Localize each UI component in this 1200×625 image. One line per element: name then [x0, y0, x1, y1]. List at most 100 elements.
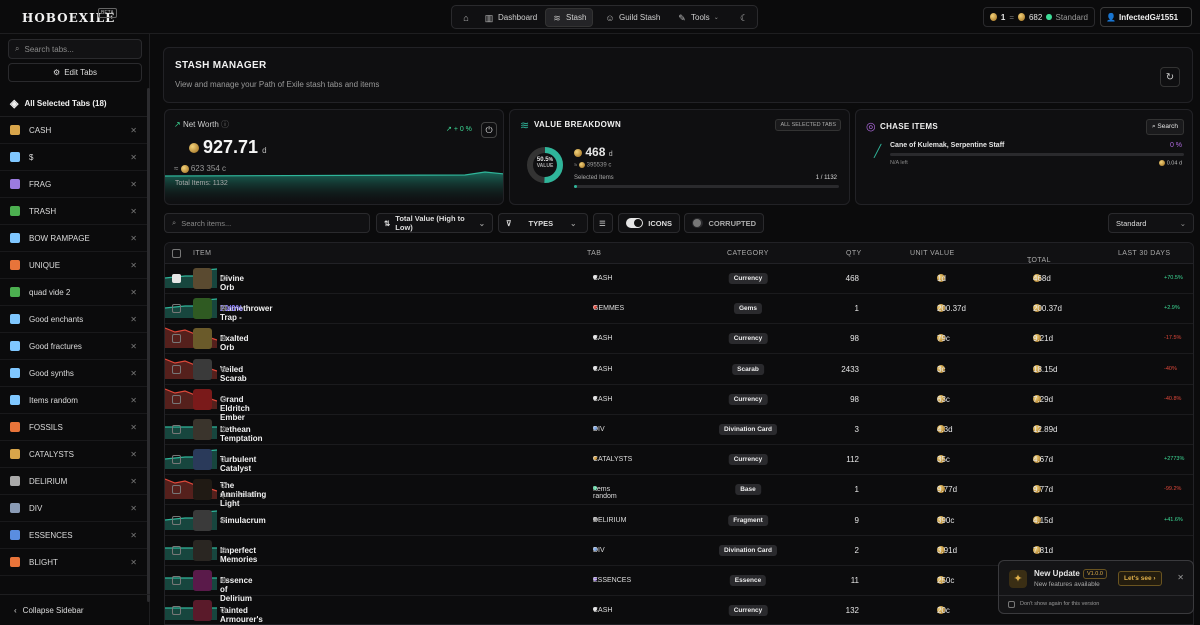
- close-icon[interactable]: ✕: [130, 504, 137, 513]
- col-last-30[interactable]: LAST 30 DAYS: [1118, 250, 1170, 257]
- league-select[interactable]: Standard ⌄: [1108, 213, 1194, 233]
- tab-search-input[interactable]: ⌕ Search tabs...: [8, 39, 142, 59]
- sidebar-tab-item[interactable]: Good fractures ✕: [0, 333, 147, 360]
- table-row[interactable]: Lethean Temptation ⚙ DIV Divination Card…: [165, 415, 1193, 445]
- close-icon[interactable]: ✕: [130, 423, 137, 432]
- close-icon[interactable]: ✕: [130, 369, 137, 378]
- table-row[interactable]: Divine Orb ⚙ CASH Currency 468 1d 468d +…: [165, 264, 1193, 294]
- gear-icon[interactable]: ⚙: [220, 455, 227, 464]
- table-row[interactable]: Flamethrower Trap - 20/0% ⚙ GEMMES Gems …: [165, 294, 1193, 325]
- gear-icon[interactable]: ⚙: [220, 425, 227, 434]
- gear-icon[interactable]: ⚙: [220, 304, 227, 313]
- col-tab[interactable]: TAB: [587, 250, 601, 257]
- collapse-sidebar-button[interactable]: ‹ Collapse Sidebar: [0, 594, 150, 625]
- close-icon[interactable]: ✕: [130, 315, 137, 324]
- close-icon[interactable]: ✕: [130, 261, 137, 270]
- row-checkbox[interactable]: [172, 425, 181, 434]
- gear-icon[interactable]: ⚙: [220, 395, 227, 404]
- sidebar-tab-item[interactable]: Items random ✕: [0, 387, 147, 414]
- sidebar-tab-item[interactable]: FOSSILS ✕: [0, 414, 147, 441]
- sidebar-scrollbar[interactable]: [147, 88, 150, 602]
- gear-icon[interactable]: ⚙: [220, 576, 227, 585]
- types-filter[interactable]: ⊽ TYPES ⌄: [498, 213, 588, 233]
- close-icon[interactable]: ✕: [130, 531, 137, 540]
- close-icon[interactable]: ✕: [130, 450, 137, 459]
- close-icon[interactable]: ✕: [130, 234, 137, 243]
- close-icon[interactable]: ✕: [130, 558, 137, 567]
- row-checkbox[interactable]: [172, 274, 181, 283]
- nav-dashboard[interactable]: ▥ Dashboard: [478, 8, 543, 27]
- gear-icon[interactable]: ⚙: [220, 481, 227, 490]
- row-checkbox[interactable]: [172, 364, 181, 374]
- corrupted-switch[interactable]: [692, 218, 704, 228]
- sidebar-tab-item[interactable]: CATALYSTS ✕: [0, 441, 147, 468]
- sidebar-tab-item[interactable]: Good synths ✕: [0, 360, 147, 387]
- sidebar-tab-item[interactable]: DIV ✕: [0, 495, 147, 522]
- close-icon[interactable]: ✕: [130, 126, 137, 135]
- table-row[interactable]: Grand Eldritch Ember ⚙ CASH Currency 98 …: [165, 385, 1193, 422]
- col-item[interactable]: ITEM: [193, 250, 211, 257]
- close-icon[interactable]: ✕: [130, 288, 137, 297]
- sidebar-tab-item[interactable]: DELIRIUM ✕: [0, 468, 147, 495]
- row-checkbox[interactable]: [172, 545, 181, 555]
- table-row[interactable]: Turbulent Catalyst ⚙ CATALYSTS Currency …: [165, 445, 1193, 476]
- chase-item-name[interactable]: Cane of Kulemak, Serpentine Staff: [890, 142, 1004, 149]
- sidebar-tab-item[interactable]: UNIQUE ✕: [0, 252, 147, 279]
- row-checkbox[interactable]: [172, 334, 181, 344]
- row-checkbox[interactable]: [172, 576, 181, 585]
- sidebar-tab-item[interactable]: quad vide 2 ✕: [0, 279, 147, 306]
- sidebar-tab-item[interactable]: CASH ✕: [0, 117, 147, 144]
- all-selected-tabs[interactable]: ◈ All Selected Tabs (18): [0, 90, 147, 117]
- nav-tools[interactable]: ✎ Tools ⌄: [671, 8, 725, 27]
- item-search-input[interactable]: ⌕ Search items...: [164, 213, 370, 233]
- close-icon[interactable]: ✕: [130, 153, 137, 162]
- net-worth-toggle-button[interactable]: ⏻: [481, 122, 497, 138]
- sidebar-tab-item[interactable]: FRAG ✕: [0, 171, 147, 198]
- row-checkbox[interactable]: [172, 394, 181, 404]
- refresh-button[interactable]: ↻: [1160, 67, 1180, 87]
- icons-toggle[interactable]: ICONS: [618, 213, 680, 233]
- nav-guild-stash[interactable]: ☺ Guild Stash: [599, 8, 666, 27]
- gear-icon[interactable]: ⚙: [220, 546, 227, 555]
- row-checkbox[interactable]: [172, 455, 181, 465]
- nav-stash[interactable]: ≋ Stash: [545, 8, 594, 27]
- toast-action-button[interactable]: Let's see ›: [1118, 571, 1162, 586]
- sidebar-tab-item[interactable]: Good enchants ✕: [0, 306, 147, 333]
- sort-select[interactable]: ⇅ Total Value (High to Low) ⌄: [376, 213, 493, 233]
- gear-icon[interactable]: ⚙: [220, 516, 227, 525]
- col-unit-value[interactable]: UNIT VALUE: [910, 250, 955, 257]
- sidebar-tab-item[interactable]: TRASH ✕: [0, 198, 147, 225]
- corrupted-toggle[interactable]: CORRUPTED: [684, 213, 764, 233]
- dont-show-checkbox[interactable]: [1008, 601, 1015, 608]
- list-view-button[interactable]: ☰: [593, 213, 613, 233]
- col-qty[interactable]: QTY: [846, 250, 862, 257]
- close-icon[interactable]: ✕: [130, 342, 137, 351]
- icons-switch[interactable]: [626, 218, 644, 228]
- gear-icon[interactable]: ⚙: [220, 365, 227, 374]
- sidebar-tab-item[interactable]: ESSENCES ✕: [0, 522, 147, 549]
- select-all-checkbox[interactable]: [172, 249, 181, 258]
- close-icon[interactable]: ✕: [130, 477, 137, 486]
- chase-search-button[interactable]: ⌕ Search: [1145, 119, 1184, 135]
- nav-home[interactable]: ⌂: [455, 8, 477, 27]
- close-icon[interactable]: ✕: [130, 396, 137, 405]
- sidebar-tab-item[interactable]: $ ✕: [0, 144, 147, 171]
- sidebar-tab-item[interactable]: BOW RAMPAGE ✕: [0, 225, 147, 252]
- row-checkbox[interactable]: [172, 304, 181, 314]
- close-icon[interactable]: ✕: [130, 207, 137, 216]
- gear-icon[interactable]: ⚙: [220, 606, 227, 615]
- edit-tabs-button[interactable]: ⚙ Edit Tabs: [8, 63, 142, 82]
- row-checkbox[interactable]: [172, 606, 181, 616]
- sidebar-tab-item[interactable]: BLIGHT ✕: [0, 549, 147, 576]
- gear-icon[interactable]: ⚙: [220, 334, 227, 343]
- row-checkbox[interactable]: [172, 485, 181, 495]
- divine-price-box[interactable]: 1 = 682 Standard: [983, 7, 1095, 27]
- theme-toggle[interactable]: ☾: [733, 8, 755, 27]
- table-row[interactable]: Veiled Scarab ⚙ CASH Scarab 2433 3c 18.1…: [165, 355, 1193, 385]
- table-row[interactable]: Exalted Orb ⚙ CASH Currency 98 79c 9.21d…: [165, 324, 1193, 355]
- close-icon[interactable]: ✕: [130, 180, 137, 189]
- row-checkbox[interactable]: [172, 515, 181, 525]
- close-icon[interactable]: ✕: [1177, 573, 1184, 582]
- col-category[interactable]: CATEGORY: [727, 250, 769, 257]
- table-row[interactable]: Simulacrum ⚙ DELIRIUM Fragment 9 390c 4.…: [165, 506, 1193, 536]
